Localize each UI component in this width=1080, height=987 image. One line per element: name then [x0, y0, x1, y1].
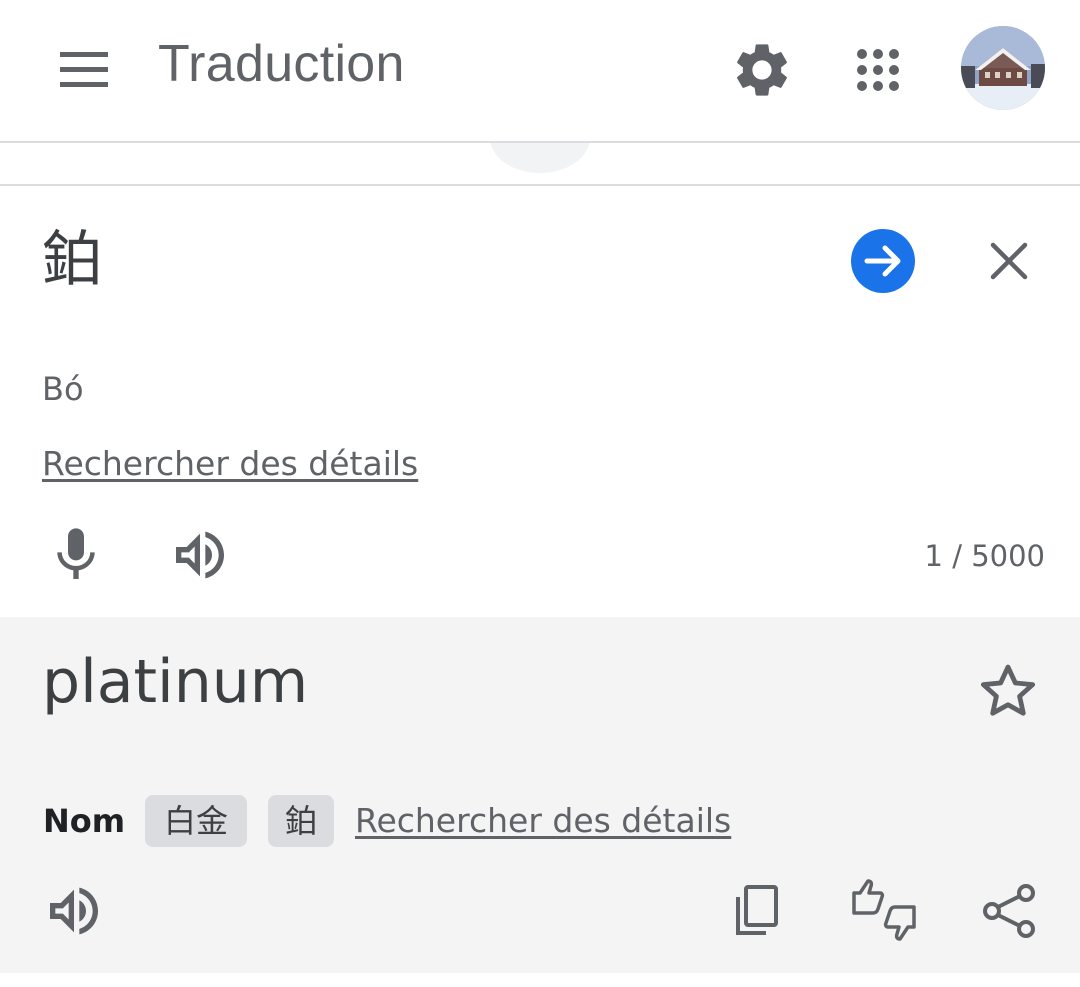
rate-translation-icon[interactable] [848, 875, 920, 947]
speaker-icon[interactable] [168, 523, 232, 587]
close-icon[interactable] [978, 230, 1040, 292]
alternative-translation-chip[interactable]: 鉑 [268, 795, 334, 847]
apps-grid-icon[interactable] [846, 38, 910, 102]
translated-text: platinum [42, 647, 309, 717]
settings-gear-icon[interactable] [730, 38, 794, 102]
language-selector-bar [0, 143, 1080, 186]
source-text[interactable]: 鉑 [42, 222, 102, 298]
share-icon[interactable] [978, 879, 1042, 943]
page-title: Traduction [158, 35, 405, 93]
source-details-link[interactable]: Rechercher des détails [42, 444, 418, 483]
menu-icon[interactable] [52, 38, 116, 102]
translation-result-panel: platinum Nom 白金 鉑 Rechercher des détails [0, 617, 1080, 973]
swap-languages-button[interactable] [490, 143, 590, 173]
arrow-forward-icon [864, 245, 901, 277]
source-romanization: Bó [42, 370, 84, 408]
result-details-link[interactable]: Rechercher des détails [355, 801, 731, 840]
star-icon[interactable] [974, 658, 1042, 726]
microphone-icon[interactable] [44, 523, 108, 587]
copy-icon[interactable] [724, 879, 788, 943]
alternative-translation-chip[interactable]: 白金 [145, 795, 247, 847]
top-app-bar: Traduction [0, 0, 1080, 143]
translate-arrow-button[interactable] [851, 229, 915, 293]
speaker-icon[interactable] [42, 879, 106, 943]
account-avatar[interactable] [961, 26, 1045, 110]
character-count: 1 / 5000 [924, 539, 1045, 573]
part-of-speech-label: Nom [43, 802, 126, 840]
